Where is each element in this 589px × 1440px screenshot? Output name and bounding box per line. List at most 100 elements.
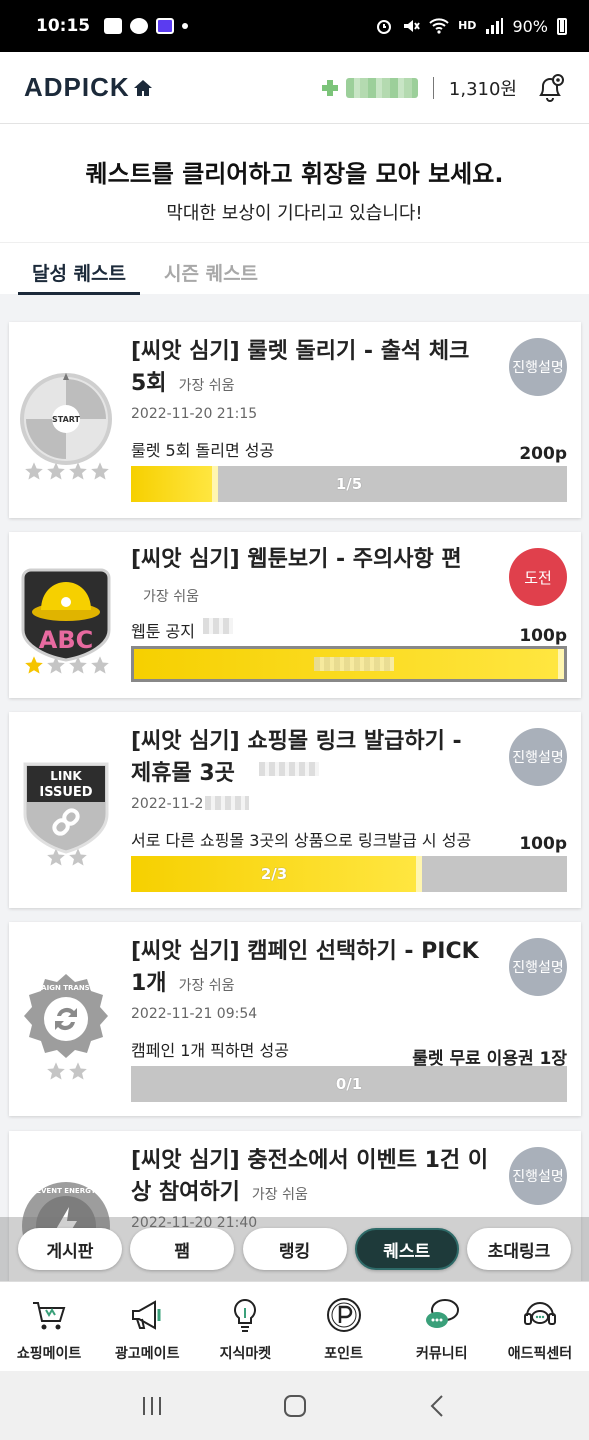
blurred-text: [314, 657, 394, 671]
quest-progress-bar: [131, 646, 567, 682]
nav-label: 애드픽센터: [507, 1346, 573, 1362]
abc-label: ABC: [39, 626, 93, 654]
quest-reward: 100p: [519, 834, 567, 854]
quest-badge: START: [17, 370, 115, 502]
quest-badge: CAMPAIGN TRANSFORM: [17, 970, 115, 1102]
alarm-icon: [377, 20, 392, 34]
invite-link-button[interactable]: 초대링크: [467, 1228, 571, 1270]
progress-text: 1/5: [335, 475, 363, 493]
quest-progress-bar: 0/1: [131, 1066, 567, 1102]
nav-point[interactable]: 포인트: [295, 1282, 393, 1371]
quick-menu: 게시판 팸 랭킹 퀘스트 초대링크: [0, 1217, 589, 1281]
megaphone-icon: [132, 1300, 161, 1330]
quest-badge: LINK ISSUED: [17, 756, 115, 888]
quest-title: [씨앗 심기] 쇼핑몰 링크 발급하기 - 제휴몰 3곳: [131, 726, 489, 790]
quest-guide-button[interactable]: 진행설명: [509, 728, 567, 786]
battery-percent: 90%: [512, 16, 548, 36]
hd-voice-indicator: HD: [458, 19, 477, 32]
quest-card[interactable]: START [씨앗 심기] 룰렛 돌리기 - 출석 체크 5회 가장 쉬움 202…: [9, 322, 581, 518]
blurred-text: [203, 618, 233, 634]
quest-card[interactable]: ABC [씨앗 심기] 웹툰보기 - 주의사항 편 가장 쉬움 웹툰 공지 10…: [9, 532, 581, 698]
quest-reward: 100p: [519, 626, 567, 646]
quest-title: [씨앗 심기] 캠페인 선택하기 - PICK 1개 가장 쉬움: [131, 936, 489, 1002]
quest-date: 2022-11-21 09:54: [131, 1006, 258, 1022]
nav-shopping-mate[interactable]: 쇼핑메이트: [0, 1282, 98, 1371]
quest-card[interactable]: LINK ISSUED [씨앗 심기] 쇼핑몰 링크 발급하기 - 제휴몰 3곳…: [9, 712, 581, 908]
user-nickname-blurred[interactable]: [345, 77, 418, 98]
board-button[interactable]: 게시판: [18, 1228, 122, 1270]
shopping-cart-icon: [33, 1302, 66, 1330]
quest-guide-button[interactable]: 진행설명: [509, 938, 567, 996]
nav-knowledge-market[interactable]: 지식마켓: [196, 1282, 294, 1371]
quest-guide-button[interactable]: 진행설명: [509, 338, 567, 396]
event-badge-text: EVENT ENERGY: [36, 1187, 96, 1195]
quest-button[interactable]: 퀘스트: [354, 1228, 459, 1270]
tab-season-quest[interactable]: 시즌 퀘스트: [150, 243, 272, 295]
progress-text: 0/1: [335, 1075, 363, 1093]
more-notifications-icon: [182, 23, 189, 29]
talk-notification-icon: [130, 18, 149, 34]
lightbulb-icon: [234, 1298, 257, 1332]
nav-ad-mate[interactable]: 광고메이트: [98, 1282, 196, 1371]
points-balance[interactable]: 1,310원: [449, 75, 517, 101]
nav-adpick-center[interactable]: 애드픽센터: [491, 1282, 589, 1371]
quest-reward: 200p: [519, 444, 567, 464]
logo-text: ADPICK: [24, 72, 130, 102]
nav-label: 포인트: [324, 1346, 363, 1362]
recent-apps-icon[interactable]: [138, 1392, 166, 1420]
status-time: 10:15: [36, 16, 91, 36]
intro-title: 퀘스트를 클리어하고 휘장을 모아 보세요.: [85, 160, 504, 188]
nav-label: 지식마켓: [219, 1346, 272, 1362]
notification-settings-icon[interactable]: [533, 71, 567, 105]
link-badge-line1: LINK: [50, 769, 82, 783]
battery-icon: [557, 17, 567, 35]
quest-title-text: [씨앗 심기] 쇼핑몰 링크 발급하기 - 제휴몰 3곳: [131, 729, 462, 786]
nav-label: 쇼핑메이트: [16, 1346, 82, 1362]
blurred-text: [259, 762, 319, 776]
quest-progress-bar: 1/5: [131, 466, 567, 502]
ranking-button[interactable]: 랭킹: [242, 1228, 347, 1270]
gallery-notification-icon: [104, 18, 123, 34]
app-notification-icon: [156, 18, 175, 34]
roulette-start-label: START: [52, 415, 81, 424]
link-issued-badge-icon: LINK ISSUED: [23, 762, 109, 854]
quest-title: [씨앗 심기] 웹툰보기 - 주의사항 편: [131, 544, 489, 576]
quest-badge: ABC: [17, 564, 115, 696]
wifi-icon: [429, 18, 449, 34]
mute-icon: [404, 20, 420, 32]
quest-intro: 퀘스트를 클리어하고 휘장을 모아 보세요. 막대한 보상이 기다리고 있습니다…: [0, 124, 589, 242]
home-icon: [133, 79, 152, 96]
quest-description: 캠페인 1개 픽하면 성공: [131, 1041, 289, 1060]
adpick-logo[interactable]: ADPICK: [24, 72, 153, 103]
campaign-badge-text: CAMPAIGN TRANSFORM: [19, 984, 113, 992]
quest-description: 서로 다른 쇼핑몰 3곳의 상품으로 링크발급 시 성공: [131, 831, 472, 850]
intro-subtitle: 막대한 보상이 기다리고 있습니다!: [166, 203, 423, 224]
quest-difficulty: 가장 쉬움: [178, 378, 235, 394]
blurred-text: [205, 796, 249, 810]
quest-tabs: 달성 퀘스트 시즌 퀘스트: [0, 242, 589, 295]
quest-difficulty: 가장 쉬움: [178, 978, 235, 994]
status-bar: 10:15 HD 90%: [0, 0, 589, 52]
point-coin-icon: [326, 1298, 361, 1332]
quest-card[interactable]: CAMPAIGN TRANSFORM [씨앗 심기] 캠페인 선택하기 - PI…: [9, 922, 581, 1116]
link-badge-line2: ISSUED: [39, 785, 92, 800]
quest-progress-bar: 2/3: [131, 856, 567, 892]
back-icon[interactable]: [424, 1392, 452, 1420]
tab-achievement-quest[interactable]: 달성 퀘스트: [18, 243, 141, 295]
quest-date: 2022-11-2: [131, 796, 204, 812]
nav-community[interactable]: 커뮤니티: [393, 1282, 491, 1371]
user-level-icon: [321, 79, 338, 96]
home-button-icon[interactable]: [281, 1392, 309, 1420]
quest-title: [씨앗 심기] 룰렛 돌리기 - 출석 체크 5회 가장 쉬움: [131, 336, 489, 402]
quest-difficulty: 가장 쉬움: [143, 589, 199, 605]
quest-challenge-button[interactable]: 도전: [509, 548, 567, 606]
header-divider: [432, 76, 434, 99]
fam-button[interactable]: 팸: [130, 1228, 235, 1270]
quest-description: 룰렛 5회 돌리면 성공: [131, 441, 275, 460]
nav-label: 커뮤니티: [416, 1346, 468, 1362]
roulette-badge-icon: START: [20, 373, 112, 465]
signal-icon: [486, 18, 504, 34]
quest-guide-button[interactable]: 진행설명: [509, 1147, 567, 1205]
quest-title-text: [씨앗 심기] 충전소에서 이벤트 1건 이상 참여하기: [131, 1148, 489, 1205]
quest-title: [씨앗 심기] 충전소에서 이벤트 1건 이상 참여하기 가장 쉬움: [131, 1145, 489, 1211]
